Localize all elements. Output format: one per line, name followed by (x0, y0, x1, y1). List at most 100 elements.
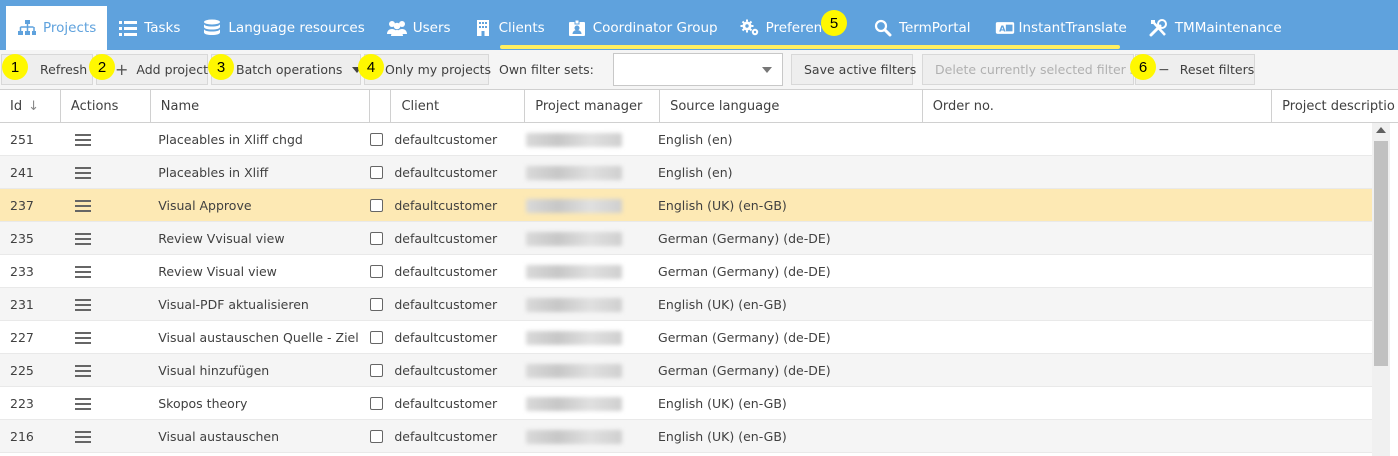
cell-project-manager (516, 354, 648, 387)
column-header-client[interactable]: Client (391, 90, 526, 123)
cell-client: defaultcustomer (394, 330, 498, 345)
sitemap-icon (17, 19, 37, 37)
cell-checkbox[interactable] (364, 189, 385, 222)
menu-icon[interactable] (74, 232, 91, 245)
cell-actions[interactable] (60, 321, 148, 354)
delete-filter-set-button[interactable]: Delete currently selected filter set (922, 54, 1149, 85)
table-row[interactable]: 241 Placeables in Xliff defaultcustomer … (0, 156, 1372, 189)
cell-actions[interactable] (60, 156, 148, 189)
cell-project-description (1248, 354, 1372, 387)
cell-id: 231 (10, 297, 34, 312)
save-active-filters-label: Save active filters (804, 62, 917, 77)
table-row[interactable]: 231 Visual-PDF aktualisieren defaultcust… (0, 288, 1372, 321)
cell-actions[interactable] (60, 288, 148, 321)
vertical-scrollbar[interactable] (1372, 123, 1390, 456)
column-header-actions[interactable]: Actions (61, 90, 151, 123)
row-checkbox[interactable] (369, 430, 383, 443)
cell-client: defaultcustomer (394, 396, 498, 411)
menu-icon[interactable] (74, 364, 91, 377)
tab-language-resources[interactable]: Language resources (191, 6, 375, 50)
column-header-order-no[interactable]: Order no. (923, 90, 1273, 123)
row-checkbox[interactable] (369, 298, 383, 311)
tab-termportal[interactable]: TermPortal (851, 6, 982, 50)
menu-icon[interactable] (74, 199, 91, 212)
cell-checkbox[interactable] (364, 123, 385, 156)
database-icon (202, 19, 222, 37)
table-row[interactable]: 233 Review Visual view defaultcustomer G… (0, 255, 1372, 288)
tab-coordinator-group[interactable]: Coordinator Group (556, 6, 729, 50)
scroll-up-icon[interactable] (1376, 127, 1386, 133)
cell-project-description (1248, 288, 1372, 321)
column-header-project-description[interactable]: Project descriptio (1272, 90, 1398, 123)
cell-client: defaultcustomer (394, 198, 498, 213)
table-row[interactable]: 251 Placeables in Xliff chgd defaultcust… (0, 123, 1372, 156)
cell-actions[interactable] (60, 222, 148, 255)
column-header-project-manager[interactable]: Project manager (525, 90, 661, 123)
column-header-id[interactable]: Id ↓ (0, 90, 61, 123)
cell-name: Review Visual view (158, 264, 277, 279)
row-checkbox[interactable] (369, 397, 383, 410)
cell-checkbox[interactable] (364, 420, 385, 453)
marker-1: 1 (2, 54, 28, 80)
row-checkbox[interactable] (369, 265, 383, 278)
cell-project-description (1248, 420, 1372, 453)
gears-icon (740, 19, 760, 37)
column-header-checkbox[interactable] (370, 90, 392, 123)
row-checkbox[interactable] (369, 232, 383, 245)
redacted-name (525, 165, 622, 180)
save-active-filters-button[interactable]: Save active filters (791, 54, 917, 85)
row-checkbox[interactable] (369, 166, 383, 179)
column-header-source-language[interactable]: Source language (660, 90, 923, 123)
cell-checkbox[interactable] (364, 354, 385, 387)
tab-instanttranslate[interactable]: A InstantTranslate (982, 6, 1138, 50)
table-row[interactable]: 237 Visual Approve defaultcustomer Engli… (0, 189, 1372, 222)
scrollbar-thumb[interactable] (1374, 141, 1388, 366)
cell-actions[interactable] (60, 354, 148, 387)
column-header-name[interactable]: Name (151, 90, 371, 123)
cell-checkbox[interactable] (364, 387, 385, 420)
table-row[interactable]: 225 Visual hinzufügen defaultcustomer Ge… (0, 354, 1372, 387)
menu-icon[interactable] (74, 133, 91, 146)
table-row[interactable]: 235 Review Vvisual view defaultcustomer … (0, 222, 1372, 255)
table-row[interactable]: 227 Visual austauschen Quelle - Ziel def… (0, 321, 1372, 354)
cell-actions[interactable] (60, 420, 148, 453)
cell-id: 225 (10, 363, 34, 378)
cell-client: defaultcustomer (394, 231, 498, 246)
building-icon (473, 19, 493, 37)
tab-users[interactable]: Users (376, 6, 462, 50)
redacted-name (525, 198, 622, 213)
cell-actions[interactable] (60, 189, 148, 222)
cell-checkbox[interactable] (364, 255, 385, 288)
cell-actions[interactable] (60, 387, 148, 420)
menu-icon[interactable] (74, 265, 91, 278)
tab-projects[interactable]: Projects (6, 6, 108, 50)
cell-checkbox[interactable] (364, 288, 385, 321)
filter-set-select[interactable] (613, 53, 783, 86)
cell-checkbox[interactable] (364, 222, 385, 255)
column-label: Order no. (932, 99, 994, 114)
tab-label: Language resources (228, 20, 365, 36)
row-checkbox[interactable] (369, 364, 383, 377)
column-label: Name (160, 99, 200, 114)
table-row[interactable]: 216 Visual austauschen defaultcustomer E… (0, 420, 1372, 453)
cell-checkbox[interactable] (364, 156, 385, 189)
menu-icon[interactable] (74, 298, 91, 311)
row-checkbox[interactable] (369, 331, 383, 344)
refresh-label: Refresh (40, 62, 88, 77)
cell-actions[interactable] (60, 255, 148, 288)
menu-icon[interactable] (74, 430, 91, 443)
menu-icon[interactable] (74, 166, 91, 179)
cell-actions[interactable] (60, 123, 148, 156)
tab-tasks[interactable]: Tasks (107, 6, 191, 50)
table-row[interactable]: 223 Skopos theory defaultcustomer Englis… (0, 387, 1372, 420)
menu-icon[interactable] (74, 397, 91, 410)
highlight-ring (500, 45, 1120, 49)
row-checkbox[interactable] (369, 199, 383, 212)
tools-icon (1149, 19, 1169, 37)
menu-icon[interactable] (74, 331, 91, 344)
tab-tmmaintenance[interactable]: TMMaintenance (1138, 6, 1293, 50)
cell-name: Visual hinzufügen (158, 363, 270, 378)
cell-checkbox[interactable] (364, 321, 385, 354)
row-checkbox[interactable] (369, 133, 383, 146)
tab-clients[interactable]: Clients (462, 6, 556, 50)
